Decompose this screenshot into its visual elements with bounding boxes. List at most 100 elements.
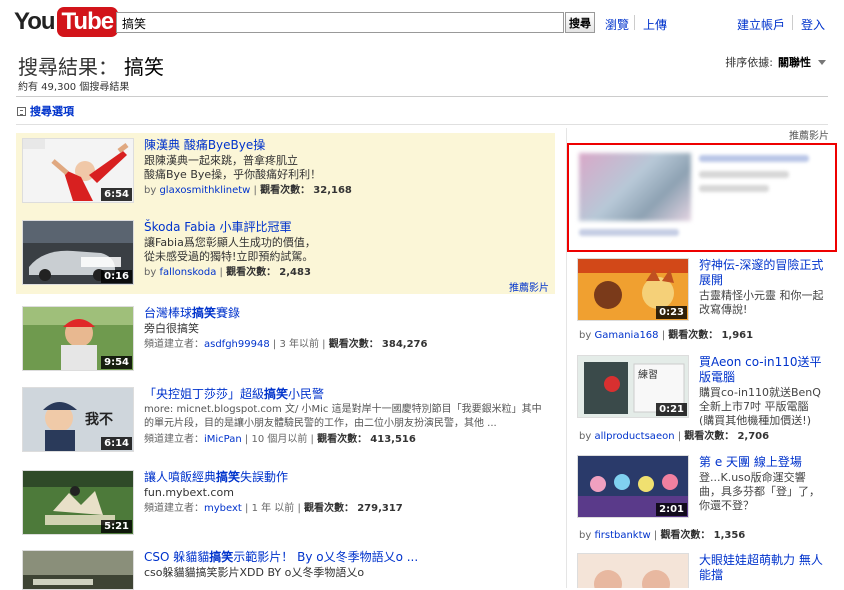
promoted-video[interactable]: 6:54 陳漢典 酸痛ByeBye操 跟陳漢典一起來跳，普拿疼肌立 酸痛Bye … (22, 138, 524, 203)
duration-badge: 6:14 (101, 437, 132, 450)
page-title: 搜尋結果： 搞笑 (18, 51, 164, 80)
views-label: 觀看次數： (660, 530, 711, 541)
recommended-video[interactable]: 大眼娃娃超萌軌力 無人能擋 (577, 553, 827, 588)
video-title-link[interactable]: 大眼娃娃超萌軌力 無人能擋 (699, 553, 827, 583)
uploader-link[interactable]: fallonskoda (159, 267, 216, 278)
video-meta: by fallonskoda | 觀看次數： 2,483 (144, 267, 311, 278)
title-highlight[interactable]: 搞笑 (209, 550, 233, 564)
video-meta: by glaxosmithklinetw | 觀看次數： 32,168 (144, 185, 352, 196)
recommended-video[interactable]: 0:23 狩神伝-深邃的冒險正式展開 古靈精怪小元靈 和你一起改寫傳說! by … (577, 258, 827, 342)
video-thumbnail[interactable]: 6:54 (22, 138, 134, 203)
title-text[interactable]: 台灣棒球 (144, 306, 192, 320)
uploader-label: 頻道建立者： (144, 339, 204, 350)
video-title-link[interactable]: 第 e 天團 線上登場 (699, 455, 827, 470)
video-thumbnail[interactable]: 0:16 (22, 220, 134, 285)
title-text[interactable]: CSO 躲貓貓 (144, 550, 209, 564)
recommended-video[interactable]: 練習 0:21 買Aeon co-in110送平版電腦 購買co-in110就送… (577, 355, 827, 442)
browse-link[interactable]: 瀏覽 (605, 16, 629, 33)
video-thumbnail[interactable]: 我不 6:14 (22, 387, 134, 452)
views-label: 觀看次數： (226, 267, 277, 278)
video-thumbnail[interactable]: 練習 0:21 (577, 355, 689, 418)
duration-badge: 0:16 (101, 270, 132, 283)
nav-divider (634, 15, 635, 30)
title-text[interactable]: 讓人噴飯經典 (144, 470, 216, 484)
search-input[interactable]: 搞笑 (116, 12, 564, 33)
title-text[interactable]: 「央控姐丁莎莎」超級 (144, 387, 264, 401)
title-highlight[interactable]: 搞笑 (264, 387, 288, 401)
video-description: 酸痛Bye Bye操，乎你酸痛好利利！ (144, 168, 322, 181)
video-thumbnail[interactable]: 2:01 (577, 455, 689, 518)
upload-age: 10 個月以前 (251, 434, 308, 445)
video-title-link[interactable]: 台灣棒球搞笑賽錄 (144, 306, 544, 320)
thumbnail-image (23, 551, 133, 589)
recommended-video[interactable]: 2:01 第 e 天團 線上登場 登...K.uso版命運交響曲，具多芬都「登」… (577, 455, 827, 541)
video-title-link[interactable]: 陳漢典 酸痛ByeBye操 (144, 138, 524, 152)
duration-badge: 5:21 (101, 520, 132, 533)
video-thumbnail[interactable]: 9:54 (22, 306, 134, 371)
view-count: 2,706 (737, 431, 770, 442)
svg-text:我不: 我不 (85, 412, 113, 428)
search-button[interactable]: 搜尋 (565, 12, 595, 33)
view-count: 32,168 (313, 185, 352, 196)
video-title-link[interactable]: 讓人噴飯經典搞笑失誤動作 (144, 470, 544, 484)
duration-badge: 6:54 (101, 188, 132, 201)
sort-value[interactable]: 關聯性 (778, 54, 811, 70)
youtube-logo[interactable]: You Tube (14, 6, 119, 38)
sort-label: 排序依據: (725, 56, 773, 69)
by-label: by (144, 267, 157, 278)
blurred-meta (579, 229, 679, 236)
title-text[interactable]: 示範影片！ By o乂冬季物語乂o ... (233, 550, 418, 564)
video-title-link[interactable]: CSO 躲貓貓搞笑示範影片！ By o乂冬季物語乂o ... (144, 550, 544, 564)
duration-badge: 9:54 (101, 356, 132, 369)
search-result[interactable]: 我不 6:14 「央控姐丁莎莎」超級搞笑小民警 more: micnet.blo… (22, 387, 549, 452)
logo-you: You (14, 8, 56, 35)
video-thumbnail[interactable] (577, 553, 689, 588)
search-result[interactable]: 5:21 讓人噴飯經典搞笑失誤動作 fun.mybext.com 頻道建立者：m… (22, 470, 544, 535)
uploader-link[interactable]: glaxosmithklinetw (159, 185, 250, 196)
login-link[interactable]: 登入 (801, 16, 825, 33)
view-count: 413,516 (370, 434, 416, 445)
uploader-link[interactable]: allproductsaeon (594, 431, 674, 442)
video-thumbnail[interactable] (22, 550, 134, 590)
by-label: by (579, 431, 592, 442)
title-highlight[interactable]: 搞笑 (216, 470, 240, 484)
chevron-down-icon[interactable] (818, 59, 826, 65)
uploader-link[interactable]: asdfgh99948 (204, 339, 270, 350)
uploader-link[interactable]: firstbanktw (594, 530, 650, 541)
views-label: 觀看次數： (260, 185, 311, 196)
search-options-label[interactable]: 搜尋選項 (30, 103, 74, 119)
title-highlight[interactable]: 搞笑 (192, 306, 216, 320)
create-account-link[interactable]: 建立帳戶 (737, 16, 785, 33)
video-title-link[interactable]: 買Aeon co-in110送平版電腦 (699, 355, 827, 385)
uploader-link[interactable]: Gamania168 (594, 330, 658, 341)
views-label: 觀看次數： (668, 330, 719, 341)
promoted-videos-link[interactable]: 推薦影片 (509, 279, 549, 294)
video-thumbnail[interactable]: 0:23 (577, 258, 689, 321)
title-text[interactable]: 小民警 (288, 387, 324, 401)
blurred-ad[interactable] (567, 143, 837, 252)
blurred-thumbnail (579, 153, 691, 221)
title-text[interactable]: 賽錄 (216, 306, 240, 320)
video-description: 購買co-in110就送BenQ全新上市7吋 平版電腦 (購買其他機種加價送!) (699, 386, 821, 427)
sort-dropdown[interactable]: 排序依據: 關聯性 (725, 54, 826, 70)
blurred-text (699, 171, 789, 178)
search-result[interactable]: CSO 躲貓貓搞笑示範影片！ By o乂冬季物語乂o ... cso躲貓貓搞笑影… (22, 550, 544, 590)
video-title-link[interactable]: 「央控姐丁莎莎」超級搞笑小民警 (144, 387, 549, 401)
divider (16, 96, 828, 97)
video-meta: by firstbanktw | 觀看次數： 1,356 (579, 530, 746, 541)
expand-icon[interactable] (17, 106, 26, 116)
title-text[interactable]: 失誤動作 (240, 470, 288, 484)
promoted-video[interactable]: 0:16 Škoda Fabia 小車評比冠軍 讓Fabia爲您彰顯人生成功的價… (22, 220, 524, 285)
video-title-link[interactable]: 狩神伝-深邃的冒險正式展開 (699, 258, 827, 288)
thumbnail-image (578, 554, 688, 588)
video-thumbnail[interactable]: 5:21 (22, 470, 134, 535)
video-description: 從未感受過的獨特!立即預約試駕。 (144, 250, 314, 263)
search-options-toggle[interactable]: 搜尋選項 (17, 103, 74, 119)
video-title-link[interactable]: Škoda Fabia 小車評比冠軍 (144, 220, 524, 234)
uploader-link[interactable]: mybext (204, 503, 242, 514)
upload-age: 1 年 以前 (251, 503, 295, 514)
search-result[interactable]: 9:54 台灣棒球搞笑賽錄 旁白很搞笑 頻道建立者：asdfgh99948 | … (22, 306, 544, 371)
uploader-link[interactable]: iMicPan (204, 434, 242, 445)
logo-tube: Tube (56, 7, 119, 37)
upload-link[interactable]: 上傳 (643, 16, 667, 33)
